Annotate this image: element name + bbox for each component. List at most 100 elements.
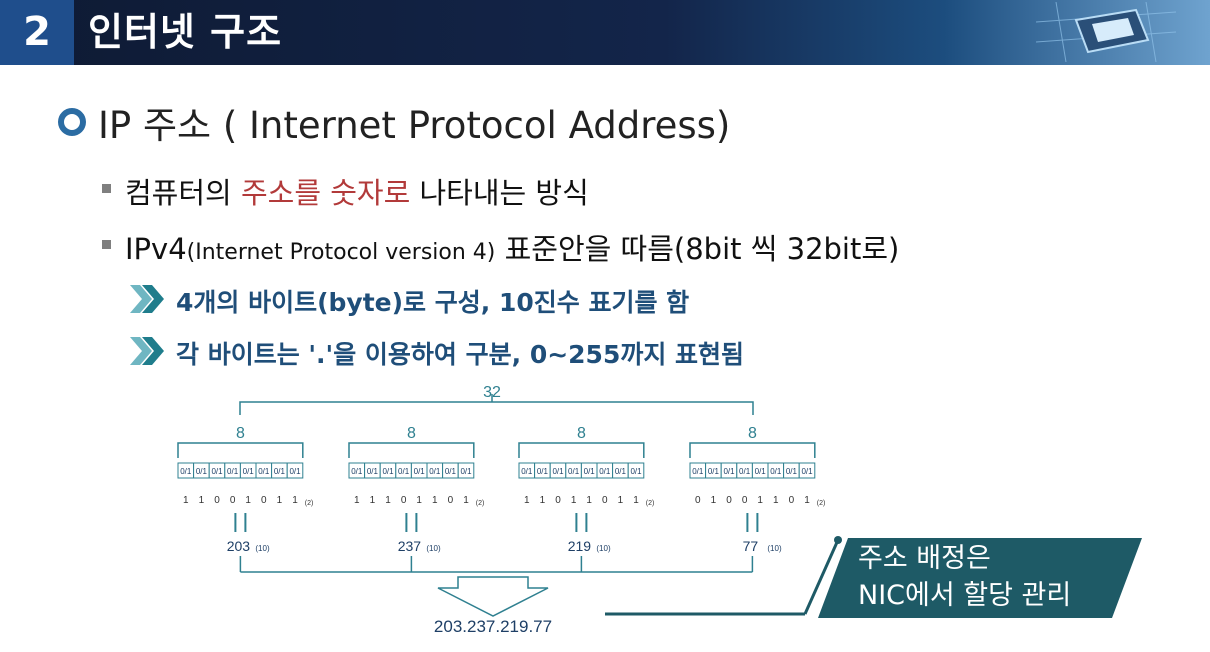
bit-cell-text: 0/1 — [723, 467, 735, 476]
radix10-label: (10) — [255, 544, 270, 553]
bit-value: 1 — [432, 495, 438, 506]
bit-value: 1 — [804, 495, 810, 506]
bit-cell-text: 0/1 — [801, 467, 813, 476]
bit-value: 1 — [618, 495, 624, 506]
down-arrow-icon — [437, 576, 549, 617]
bit-cell-text: 0/1 — [599, 467, 611, 476]
bit-cell-text: 0/1 — [429, 467, 441, 476]
bit-value: 0 — [742, 495, 748, 506]
bit-cell-text: 0/1 — [584, 467, 596, 476]
bit-cell-text: 0/1 — [289, 467, 301, 476]
byte-bracket — [177, 442, 304, 458]
bit-value: 1 — [571, 495, 577, 506]
bit-value: 1 — [245, 495, 251, 506]
callout-text: 주소 배정은 NIC에서 할당 관리 — [858, 540, 1071, 614]
bit-value: 0 — [695, 495, 701, 506]
byte-bits-label: 8 — [236, 425, 245, 442]
bit-value: 1 — [524, 495, 530, 506]
bit-value: 0 — [214, 495, 220, 506]
section-number: 2 — [0, 0, 74, 65]
callout-line-2: NIC에서 할당 관리 — [858, 580, 1072, 611]
byte-bracket — [518, 442, 645, 458]
bullet-ipv4: IPv4(Internet Protocol version 4) 표준안을 따… — [125, 226, 899, 268]
bit-cell-text: 0/1 — [739, 467, 751, 476]
bullet-address-numbers: 컴퓨터의 주소를 숫자로 나타내는 방식 — [125, 170, 589, 212]
bit-cell-text: 0/1 — [460, 467, 472, 476]
bit-cell-text: 0/1 — [552, 467, 564, 476]
bit-cell-text: 0/1 — [398, 467, 410, 476]
bit-value: 1 — [183, 495, 189, 506]
bit-cell-text: 0/1 — [243, 467, 255, 476]
radix2-label: (2) — [646, 500, 655, 507]
bit-cell-text: 0/1 — [568, 467, 580, 476]
byte-decimal: 203 — [227, 538, 251, 554]
byte-decimal: 77 — [743, 538, 759, 554]
bit-value: 1 — [370, 495, 376, 506]
bit-value: 1 — [540, 495, 546, 506]
bit-value: 0 — [401, 495, 407, 506]
byte-decimal: 219 — [568, 538, 592, 554]
bit-cell-text: 0/1 — [211, 467, 223, 476]
bit-value: 0 — [789, 495, 795, 506]
bit-cell-text: 0/1 — [351, 467, 363, 476]
bit-value: 1 — [633, 495, 639, 506]
callout-line-1: 주소 배정은 — [858, 543, 991, 574]
bit-value: 1 — [354, 495, 360, 506]
radix10-label: (10) — [426, 544, 441, 553]
circuit-chip-icon — [1036, 2, 1176, 62]
byte-bits-label: 8 — [748, 425, 757, 442]
bit-cell-text: 0/1 — [615, 467, 627, 476]
bullet-text: 컴퓨터의 — [125, 176, 241, 210]
bit-value: 1 — [773, 495, 779, 506]
bit-value: 0 — [448, 495, 454, 506]
bit-value: 1 — [711, 495, 717, 506]
radix10-label: (10) — [767, 544, 782, 553]
bit-value: 1 — [292, 495, 298, 506]
bit-value: 1 — [199, 495, 205, 506]
bit-value: 0 — [602, 495, 608, 506]
byte-bracket — [348, 442, 475, 458]
bit-value: 1 — [757, 495, 763, 506]
bit-cell-text: 0/1 — [755, 467, 767, 476]
bit-value: 1 — [416, 495, 422, 506]
byte-bracket — [689, 442, 816, 458]
byte-bits-label: 8 — [407, 425, 416, 442]
bit-cell-text: 0/1 — [227, 467, 239, 476]
bit-cell-text: 0/1 — [630, 467, 642, 476]
bit-value: 0 — [230, 495, 236, 506]
header-bar: 2 인터넷 구조 — [0, 0, 1210, 65]
bit-cell-text: 0/1 — [258, 467, 270, 476]
square-bullet-icon — [102, 184, 111, 193]
bit-cell-text: 0/1 — [382, 467, 394, 476]
bullet-text: 표준안을 따름(8bit 씩 32bit로) — [495, 232, 900, 266]
total-bracket — [239, 401, 754, 415]
bit-cell-text: 0/1 — [786, 467, 798, 476]
bit-cell-text: 0/1 — [180, 467, 192, 476]
page-title: 인터넷 구조 — [88, 10, 283, 54]
chevron-arrow-icon — [130, 285, 164, 313]
bit-cell-text: 0/1 — [770, 467, 782, 476]
bit-cell-text: 0/1 — [692, 467, 704, 476]
bit-cell-text: 0/1 — [274, 467, 286, 476]
bit-cell-text: 0/1 — [445, 467, 457, 476]
radix2-label: (2) — [305, 500, 314, 507]
byte-decimal: 237 — [398, 538, 422, 554]
bit-cell-text: 0/1 — [708, 467, 720, 476]
bit-cell-text: 0/1 — [414, 467, 426, 476]
bit-value: 0 — [261, 495, 267, 506]
radix10-label: (10) — [596, 544, 611, 553]
ring-bullet-icon — [58, 108, 86, 136]
square-bullet-icon — [102, 240, 111, 249]
bit-value: 1 — [586, 495, 592, 506]
bit-cell-text: 0/1 — [196, 467, 208, 476]
bit-value: 1 — [463, 495, 469, 506]
bullet-text: IPv4 — [125, 232, 187, 266]
bit-cell-text: 0/1 — [537, 467, 549, 476]
subbullet-byte-structure: 4개의 바이트(byte)로 구성, 10진수 표기를 함 — [176, 288, 690, 317]
bullet-text: 나타내는 방식 — [410, 176, 589, 210]
byte-bits-label: 8 — [577, 425, 586, 442]
section-heading-text: IP 주소 ( Internet Protocol Address) — [98, 104, 731, 147]
bullet-small-text: (Internet Protocol version 4) — [186, 240, 496, 265]
section-heading: IP 주소 ( Internet Protocol Address) — [58, 96, 730, 148]
bit-value: 1 — [277, 495, 283, 506]
